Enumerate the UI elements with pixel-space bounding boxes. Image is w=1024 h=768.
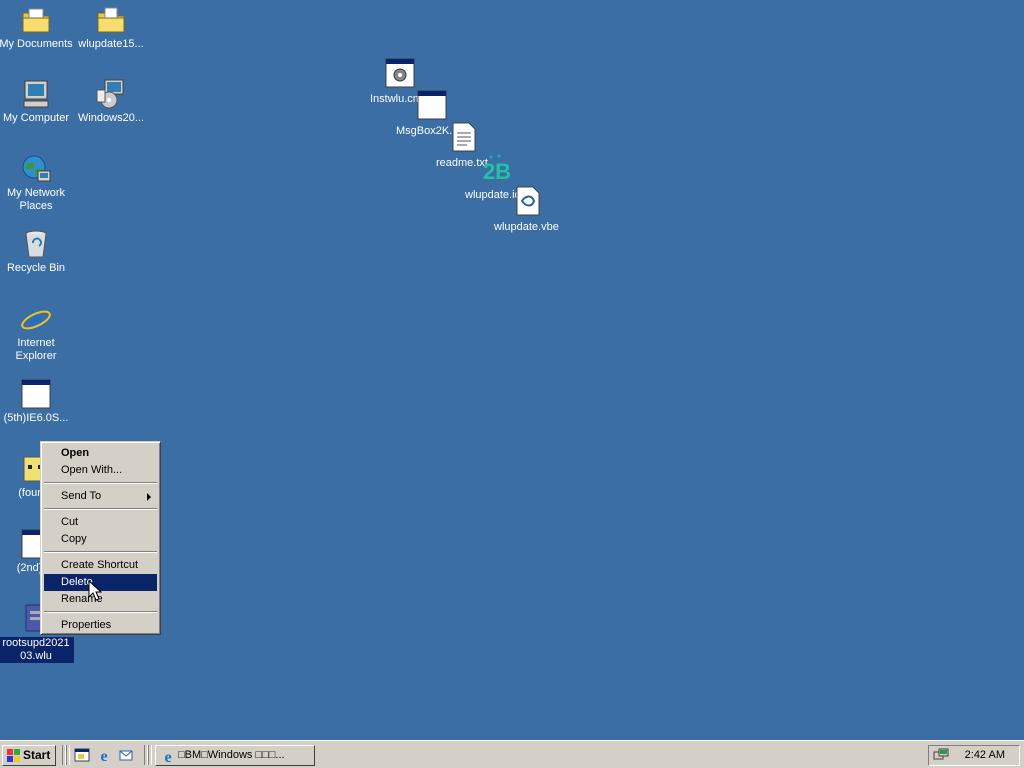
desktop-icon-label: wlupdate15... xyxy=(78,38,144,50)
network-tray-icon[interactable] xyxy=(933,748,949,764)
desktop-icon-wlupdate-folder[interactable]: wlupdate15... xyxy=(73,4,149,51)
desktop-icon-recycle-bin[interactable]: Recycle Bin xyxy=(0,228,74,275)
taskbar-divider xyxy=(66,745,70,765)
menu-separator xyxy=(44,482,157,484)
menu-item-create-shortcut[interactable]: Create Shortcut xyxy=(44,557,157,574)
desktop-icon-internet-explorer[interactable]: e Internet Explorer xyxy=(0,303,74,363)
file-icon-label: wlupdate.vbe xyxy=(494,221,559,233)
text-file-icon xyxy=(452,122,476,152)
menu-separator xyxy=(44,551,157,553)
internet-explorer-icon: e xyxy=(164,749,171,764)
clock[interactable]: 2:42 AM xyxy=(965,749,1005,761)
menu-item-properties[interactable]: Properties xyxy=(44,617,157,634)
desktop-icon-label: Internet Explorer xyxy=(15,337,57,362)
svg-text:2B: 2B xyxy=(483,159,511,184)
cmd-file-icon xyxy=(385,58,415,88)
menu-item-send-to[interactable]: Send To xyxy=(44,488,157,505)
menu-item-copy[interactable]: Copy xyxy=(44,531,157,548)
folder-documents-icon xyxy=(22,8,50,33)
desktop-icon-my-network-places[interactable]: My Network Places xyxy=(0,153,74,213)
context-menu: Open Open With... Send To Cut Copy Creat… xyxy=(40,441,161,635)
desktop-icon-label: Recycle Bin xyxy=(6,262,66,274)
desktop-icon-windows-installer[interactable]: Windows20... xyxy=(73,78,149,125)
desktop-icon-label: My Computer xyxy=(2,112,70,124)
menu-separator xyxy=(44,611,157,613)
taskbar-divider xyxy=(148,745,152,765)
installer-icon xyxy=(96,79,124,109)
menu-item-label: Send To xyxy=(61,490,102,502)
submenu-arrow-icon xyxy=(147,493,151,501)
computer-icon xyxy=(23,80,49,108)
desktop-icon-label: rootsupd2021 03.wlu xyxy=(0,637,74,663)
exe-file-icon xyxy=(417,90,447,120)
desktop-icon-label: Windows20... xyxy=(77,112,145,124)
menu-item-open[interactable]: Open xyxy=(44,445,157,462)
start-button[interactable]: Start xyxy=(2,745,56,766)
desktop-icon-label: (5th)IE6.0S... xyxy=(3,412,69,424)
svg-text:e: e xyxy=(100,748,107,763)
desktop-icon-my-computer[interactable]: My Computer xyxy=(0,78,74,125)
show-desktop-icon[interactable] xyxy=(74,747,90,763)
internet-explorer-icon[interactable]: e xyxy=(96,747,112,763)
outlook-express-icon[interactable] xyxy=(118,747,134,763)
svg-text:e: e xyxy=(164,749,171,764)
taskbar-window-button[interactable]: e □BM□Windows □□□... xyxy=(155,745,315,766)
internet-explorer-icon: e xyxy=(21,303,51,335)
vbe-file-icon xyxy=(516,186,540,216)
taskbar-window-title: □BM□Windows □□□... xyxy=(178,749,285,761)
mouse-cursor-icon xyxy=(88,580,102,601)
recycle-bin-icon xyxy=(25,230,47,258)
start-label: Start xyxy=(23,748,51,762)
desktop-icon-label: My Documents xyxy=(0,38,73,50)
windows-logo-icon xyxy=(7,749,20,762)
desktop-icon-my-documents[interactable]: My Documents xyxy=(0,4,74,51)
ico-file-icon: 2B xyxy=(483,154,511,184)
system-tray: 2:42 AM xyxy=(928,745,1020,766)
folder-icon xyxy=(97,7,125,33)
svg-text:e: e xyxy=(29,303,42,335)
menu-separator xyxy=(44,508,157,510)
application-window-icon xyxy=(21,379,51,409)
desktop-icon-5th-ie6[interactable]: (5th)IE6.0S... xyxy=(0,378,74,425)
taskbar: Start e e □BM□Windows □□□... 2:42 AM xyxy=(0,740,1024,768)
desktop-icon-label: My Network Places xyxy=(6,187,66,212)
menu-item-cut[interactable]: Cut xyxy=(44,514,157,531)
menu-item-open-with[interactable]: Open With... xyxy=(44,462,157,479)
network-places-icon xyxy=(22,155,51,182)
file-icon-wlupdate-vbe[interactable]: wlupdate.vbe xyxy=(494,185,564,235)
